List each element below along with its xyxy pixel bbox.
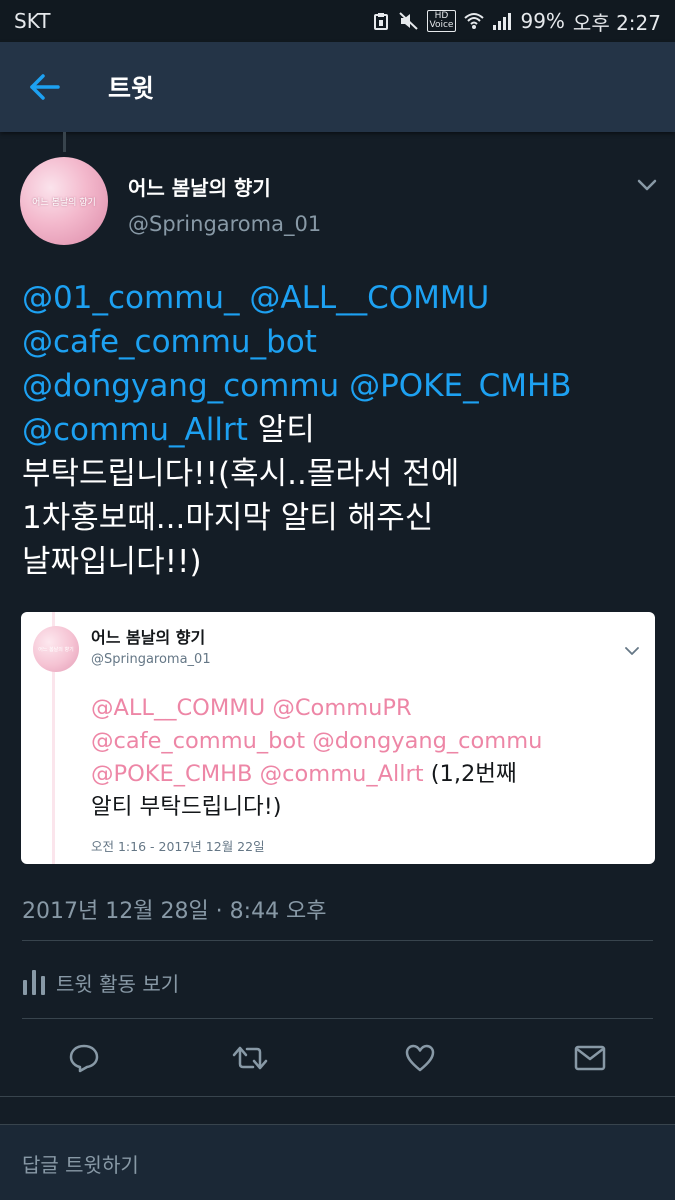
back-button[interactable] [0,42,90,132]
like-button[interactable] [400,1040,440,1076]
quoted-author-handle: @Springaroma_01 [91,652,211,667]
quoted-mention: @CommuPR [272,695,412,721]
divider [0,1096,675,1097]
mention-link[interactable]: @cafe_commu_bot [22,324,317,360]
avatar-text: 어느 봄날의 향기 [32,197,96,208]
reply-input[interactable]: 답글 트윗하기 [22,1149,139,1178]
quoted-tweet-text: @ALL__COMMU @CommuPR @cafe_commu_bot @do… [91,692,646,824]
bar-chart-icon [23,970,45,995]
mention-link[interactable]: @ALL__COMMU [249,280,489,316]
view-tweet-activity-button[interactable]: 트윗 활동 보기 [22,960,179,1004]
battery-level: 99% [520,9,565,33]
app-header: 트윗 [0,42,675,132]
tweet-body-text: 날짜입니다!!) [22,544,202,580]
mention-link[interactable]: @dongyang_commu [22,368,339,404]
divider [22,1018,653,1019]
quoted-chevron-down-icon [621,642,643,660]
reply-bar: 답글 트윗하기 [0,1124,675,1200]
tweet-body-text: 부탁드립니다!!(혹시..몰라서 전에 [22,456,460,492]
mention-link[interactable]: @POKE_CMHB [349,368,571,404]
hd-voice-icon: HD Voice [426,10,457,32]
tweet-options-button[interactable] [630,170,664,200]
quoted-avatar: 어느 봄날의 향기 [33,626,79,672]
avatar[interactable]: 어느 봄날의 향기 [20,157,108,245]
mention-link[interactable]: @commu_Allrt [22,412,248,448]
wifi-icon [464,11,485,31]
author-handle[interactable]: @Springaroma_01 [128,212,321,236]
quoted-body-text: 알티 부탁드립니다!) [91,794,282,820]
divider [22,940,653,941]
status-bar: SKT HD Voice 99% 오후 2:27 [0,0,675,42]
heart-icon [405,1044,435,1072]
reply-icon [69,1044,99,1073]
author-name[interactable]: 어느 봄날의 향기 [128,172,271,201]
thread-line [63,132,66,152]
quoted-tweet-card[interactable]: 어느 봄날의 향기 어느 봄날의 향기 @Springaroma_01 @ALL… [21,612,655,864]
quoted-mention: @cafe_commu_bot [91,728,306,754]
quoted-author-name: 어느 봄날의 향기 [91,628,206,647]
direct-message-button[interactable] [570,1040,610,1076]
tweet-timestamp: 2017년 12월 28일 · 8:44 오후 [22,899,327,924]
signal-icon [492,11,512,31]
quoted-mention: @dongyang_commu [312,728,543,754]
back-arrow-icon [30,74,60,100]
tweet-text: @01_commu_ @ALL__COMMU @cafe_commu_bot @… [22,276,652,584]
carrier-label: SKT [14,9,51,33]
quoted-mention: @POKE_CMHB [91,761,253,787]
status-icons: HD Voice 99% 오후 2:27 [371,7,661,36]
tweet-body-text: 1차홍보때...마지막 알티 해주신 [22,500,434,536]
quoted-timestamp: 오전 1:16 - 2017년 12월 22일 [91,839,265,854]
activity-label: 트윗 활동 보기 [56,971,180,996]
quoted-mention: @ALL__COMMU [91,695,266,721]
envelope-icon [574,1045,606,1071]
chevron-down-icon [637,179,657,191]
page-title: 트윗 [108,74,155,103]
retweet-button[interactable] [230,1040,270,1076]
reply-button[interactable] [64,1040,104,1076]
quoted-avatar-text: 어느 봄날의 향기 [38,646,74,653]
mention-link[interactable]: @01_commu_ [22,280,240,316]
quoted-mention: @commu_Allrt [259,761,424,787]
clock: 오후 2:27 [572,10,661,35]
tweet-body-text: 알티 [257,412,315,448]
clipboard-icon [371,11,391,31]
mute-icon [398,11,419,31]
tweet-actions-bar [0,1030,675,1086]
quoted-body-text: (1,2번째 [430,761,517,787]
retweet-icon [232,1046,268,1070]
